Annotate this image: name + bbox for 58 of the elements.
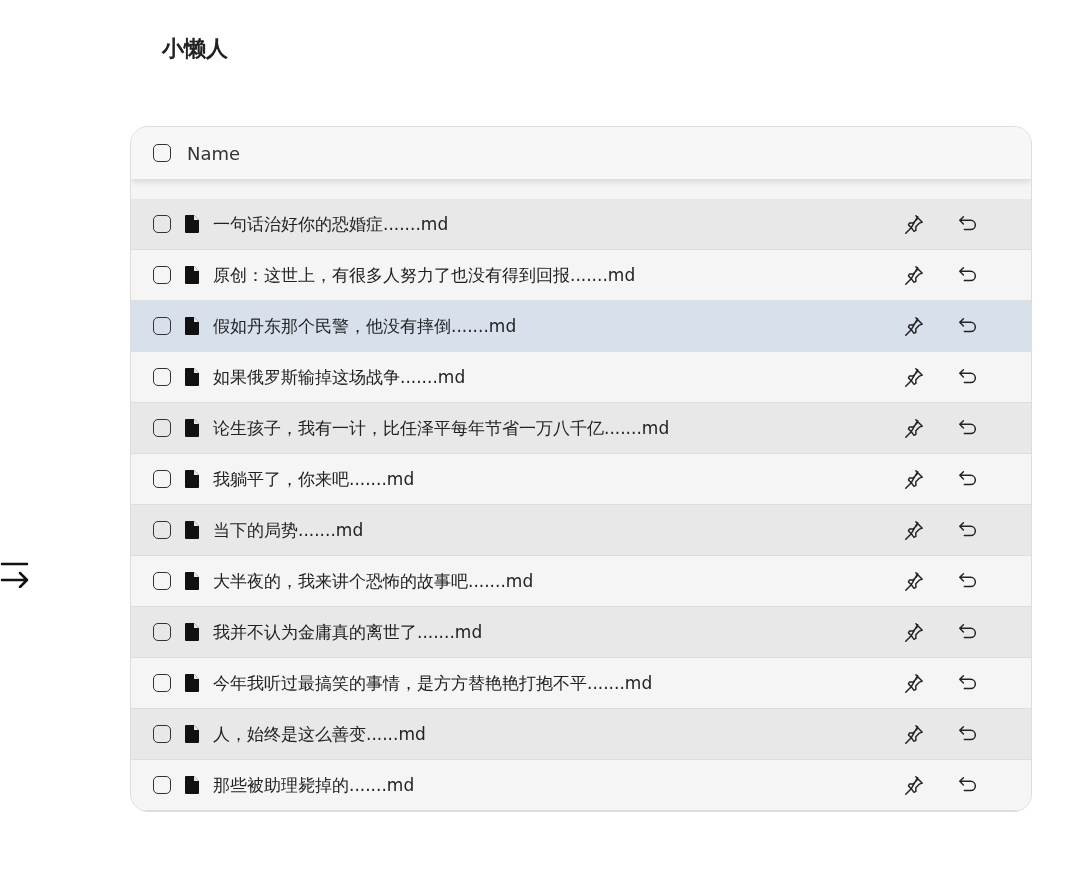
file-name[interactable]: 那些被助理毙掉的.......md bbox=[213, 773, 903, 797]
file-icon bbox=[185, 215, 199, 233]
file-icon bbox=[185, 317, 199, 335]
column-header[interactable]: Name bbox=[187, 142, 241, 164]
pin-icon[interactable] bbox=[903, 723, 925, 745]
pin-icon[interactable] bbox=[903, 264, 925, 286]
checkbox[interactable] bbox=[153, 317, 171, 335]
file-row[interactable]: 假如丹东那个民警，他没有摔倒.......md bbox=[131, 301, 1031, 352]
pin-icon[interactable] bbox=[903, 315, 925, 337]
checkbox[interactable] bbox=[153, 215, 171, 233]
file-row[interactable]: 论生孩子，我有一计，比任泽平每年节省一万八千亿.......md bbox=[131, 403, 1031, 454]
file-icon bbox=[185, 521, 199, 539]
file-row[interactable]: 一句话治好你的恐婚症.......md bbox=[131, 199, 1031, 250]
checkbox[interactable] bbox=[153, 725, 171, 743]
file-icon bbox=[185, 419, 199, 437]
file-icon bbox=[185, 725, 199, 743]
checkbox[interactable] bbox=[153, 266, 171, 284]
checkbox[interactable] bbox=[153, 419, 171, 437]
pin-icon[interactable] bbox=[903, 366, 925, 388]
pin-icon[interactable] bbox=[903, 468, 925, 490]
file-row[interactable]: 我并不认为金庸真的离世了.......md bbox=[131, 607, 1031, 658]
pin-icon[interactable] bbox=[903, 213, 925, 235]
file-name[interactable]: 原创：这世上，有很多人努力了也没有得到回报.......md bbox=[213, 263, 903, 287]
file-name[interactable]: 大半夜的，我来讲个恐怖的故事吧.......md bbox=[213, 569, 903, 593]
checkbox[interactable] bbox=[153, 674, 171, 692]
page-title: 小懒人 bbox=[162, 35, 228, 63]
checkbox[interactable] bbox=[153, 470, 171, 488]
checkbox[interactable] bbox=[153, 521, 171, 539]
pin-icon[interactable] bbox=[903, 417, 925, 439]
checkbox[interactable] bbox=[153, 144, 171, 162]
file-name[interactable]: 人，始终是这么善变......md bbox=[213, 722, 903, 746]
file-icon bbox=[185, 674, 199, 692]
file-icon bbox=[185, 776, 199, 794]
checkbox[interactable] bbox=[153, 623, 171, 641]
checkbox[interactable] bbox=[153, 368, 171, 386]
pin-icon[interactable] bbox=[903, 570, 925, 592]
file-name[interactable]: 我躺平了，你来吧.......md bbox=[213, 467, 903, 491]
file-row[interactable]: 人，始终是这么善变......md bbox=[131, 709, 1031, 760]
pin-icon[interactable] bbox=[903, 672, 925, 694]
pin-icon[interactable] bbox=[903, 774, 925, 796]
checkbox[interactable] bbox=[153, 572, 171, 590]
file-icon bbox=[185, 572, 199, 590]
file-icon bbox=[185, 623, 199, 641]
file-name[interactable]: 今年我听过最搞笑的事情，是方方替艳艳打抱不平.......md bbox=[213, 671, 903, 695]
file-name[interactable]: 当下的局势.......md bbox=[213, 518, 903, 542]
file-row[interactable]: 当下的局势.......md bbox=[131, 505, 1031, 556]
file-icon bbox=[185, 266, 199, 284]
pin-icon[interactable] bbox=[903, 621, 925, 643]
file-name[interactable]: 如果俄罗斯输掉这场战争.......md bbox=[213, 365, 903, 389]
expand-menu-icon[interactable] bbox=[0, 560, 30, 588]
file-name[interactable]: 我并不认为金庸真的离世了.......md bbox=[213, 620, 903, 644]
pin-icon[interactable] bbox=[903, 519, 925, 541]
file-name[interactable]: 假如丹东那个民警，他没有摔倒.......md bbox=[213, 314, 903, 338]
file-icon bbox=[185, 470, 199, 488]
checkbox[interactable] bbox=[153, 776, 171, 794]
file-name[interactable]: 论生孩子，我有一计，比任泽平每年节省一万八千亿.......md bbox=[213, 416, 903, 440]
file-icon bbox=[185, 368, 199, 386]
file-name[interactable]: 一句话治好你的恐婚症.......md bbox=[213, 212, 903, 236]
